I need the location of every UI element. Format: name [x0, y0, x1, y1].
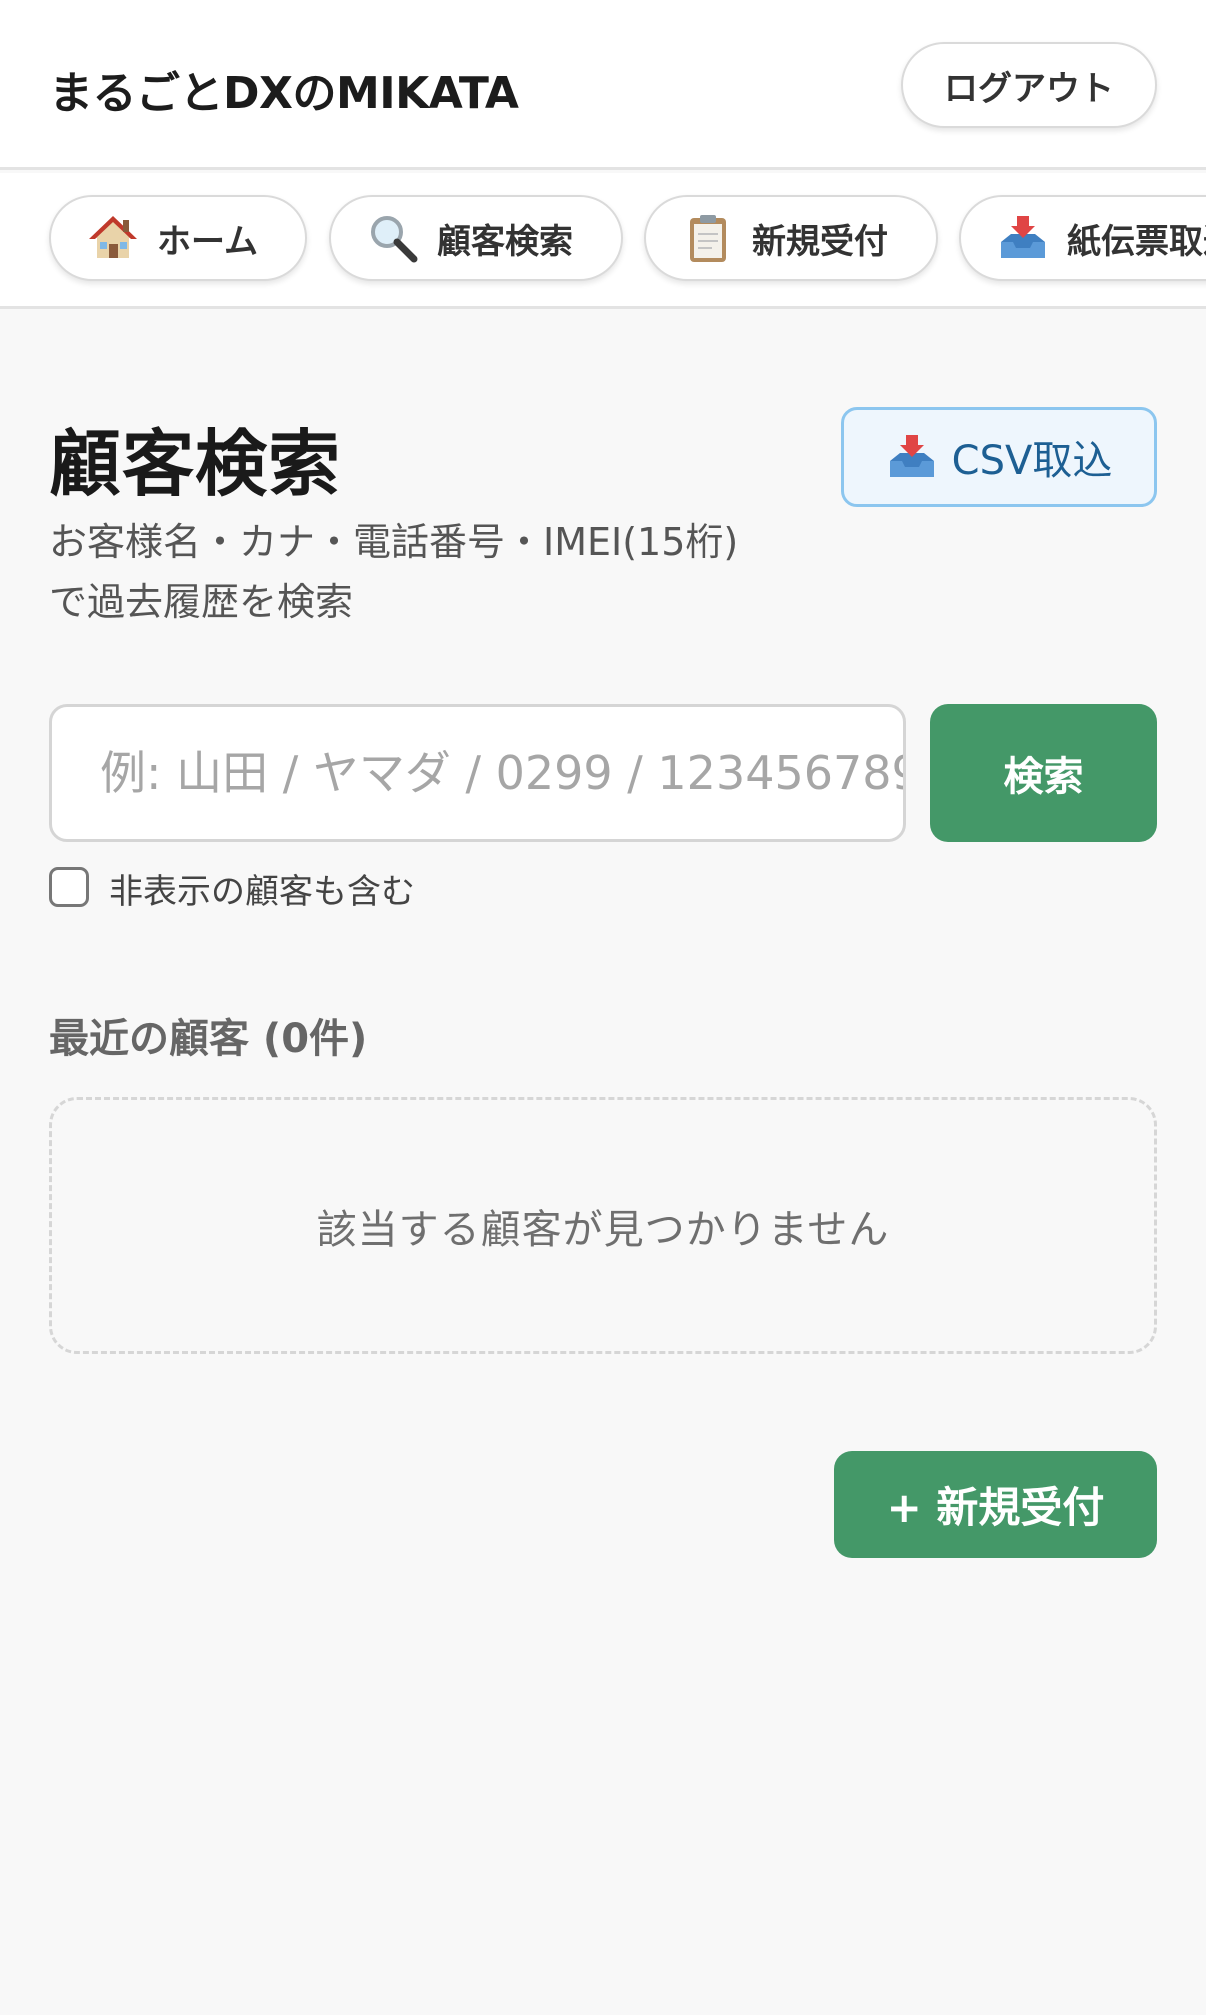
app-header: まるごとDXのMIKATA ログアウト — [0, 0, 1206, 170]
nav-tab-paper-import[interactable]: 紙伝票取込 — [959, 195, 1206, 281]
inbox-tray-icon — [886, 431, 938, 483]
csv-import-label: CSV取込 — [951, 438, 1113, 484]
include-hidden-checkbox[interactable] — [49, 867, 89, 907]
csv-import-button[interactable]: CSV取込 — [841, 407, 1157, 507]
nav-tab-label: 顧客検索 — [437, 221, 573, 262]
nav-tab-label: ホーム — [157, 221, 258, 262]
nav-bar: ホーム 顧客検索 新規受付 紙伝票取 — [0, 173, 1206, 309]
app-title: まるごとDXのMIKATA — [49, 68, 519, 119]
inbox-tray-icon — [997, 212, 1049, 264]
page-title: 顧客検索 — [49, 422, 342, 506]
nav-tab-new-reception[interactable]: 新規受付 — [644, 195, 938, 281]
house-icon — [87, 212, 139, 264]
search-button[interactable]: 検索 — [930, 704, 1157, 842]
magnifier-icon — [367, 212, 419, 264]
clipboard-icon — [682, 212, 734, 264]
empty-state-message: 該当する顧客が見つかりません — [316, 1206, 890, 1253]
empty-state: 該当する顧客が見つかりません — [49, 1097, 1157, 1354]
search-input[interactable] — [49, 704, 906, 842]
new-reception-button[interactable]: + 新規受付 — [834, 1451, 1157, 1558]
subtitle-line: で過去履歴を検索 — [49, 580, 354, 624]
nav-tab-label: 新規受付 — [752, 221, 888, 262]
nav-tab-customer-search[interactable]: 顧客検索 — [329, 195, 623, 281]
logout-button[interactable]: ログアウト — [901, 42, 1157, 128]
nav-tab-home[interactable]: ホーム — [49, 195, 307, 281]
include-hidden-label[interactable]: 非表示の顧客も含む — [109, 864, 415, 913]
page-subtitle: お客様名・カナ・電話番号・IMEI(15桁) で過去履歴を検索 — [49, 512, 829, 632]
nav-tab-label: 紙伝票取込 — [1067, 221, 1206, 262]
subtitle-line: お客様名・カナ・電話番号・IMEI(15桁) — [49, 520, 739, 564]
recent-customers-heading: 最近の顧客 (0件) — [49, 1016, 368, 1062]
